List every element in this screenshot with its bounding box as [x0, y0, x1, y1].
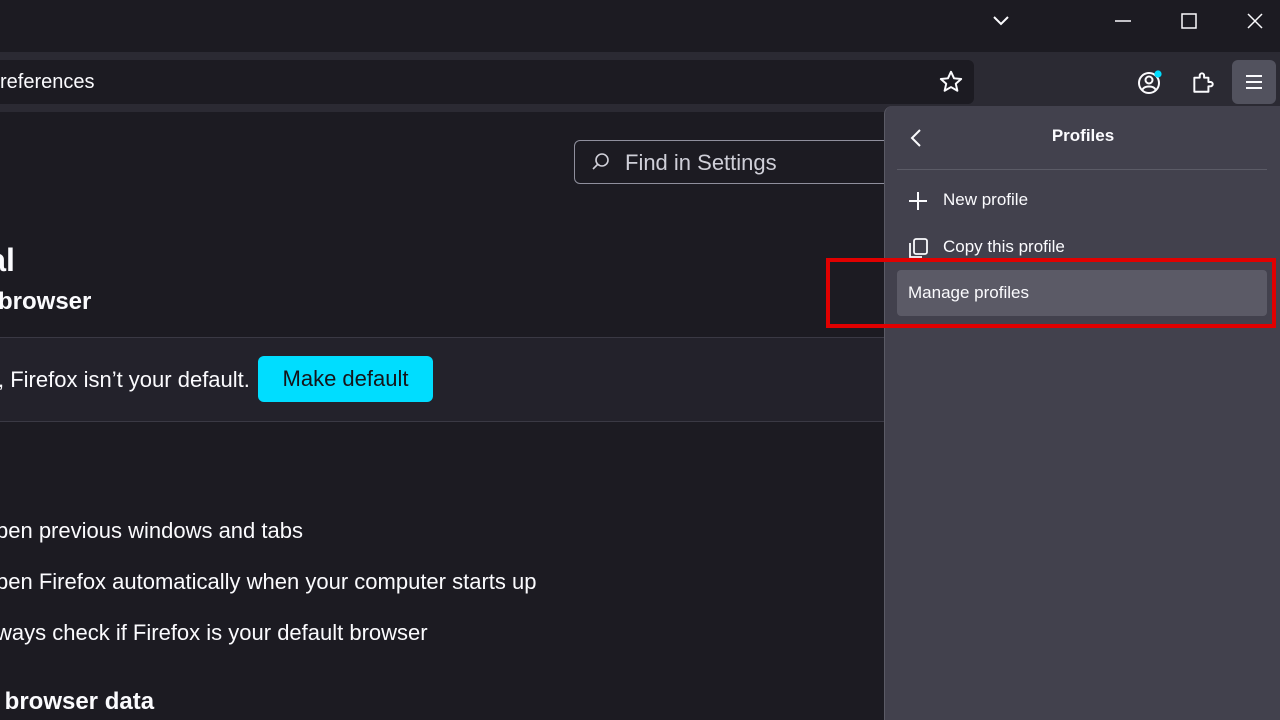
import-data-heading: ort browser data [0, 688, 155, 715]
minimize-button[interactable] [1090, 0, 1156, 42]
copy-icon [909, 238, 928, 258]
puzzle-icon [1193, 72, 1214, 93]
account-button[interactable] [1128, 60, 1172, 104]
settings-content: Find in Settings eral ult browser , Fire… [0, 112, 884, 720]
settings-search-input[interactable]: Find in Settings [574, 140, 884, 184]
manage-profiles-item[interactable]: Manage profiles [897, 270, 1267, 316]
default-browser-heading: ult browser [0, 288, 92, 315]
default-browser-box: , Firefox isn’t your default. Make defau… [0, 337, 884, 422]
account-icon [1138, 70, 1162, 94]
new-profile-label: New profile [943, 190, 1029, 209]
minimize-icon [1115, 20, 1131, 22]
extensions-button[interactable] [1181, 60, 1225, 104]
search-placeholder: Find in Settings [625, 150, 777, 175]
app-menu-button[interactable] [1232, 60, 1276, 104]
panel-separator [897, 169, 1267, 170]
default-browser-status: , Firefox isn’t your default. [0, 367, 250, 392]
maximize-icon [1181, 13, 1197, 29]
open-previous-windows-option[interactable]: pen previous windows and tabs [0, 518, 303, 544]
url-bar[interactable]: references [0, 60, 974, 104]
star-icon [939, 70, 963, 92]
new-profile-item[interactable]: New profile [897, 177, 1267, 223]
profiles-panel: Profiles New profile Copy this profile M… [884, 106, 1280, 720]
copy-profile-label: Copy this profile [943, 237, 1065, 256]
chevron-down-icon [993, 16, 1009, 26]
close-icon [1247, 13, 1263, 29]
manage-profiles-label: Manage profiles [908, 283, 1029, 302]
panel-title: Profiles [1051, 126, 1115, 145]
open-automatically-option[interactable]: pen Firefox automatically when your comp… [0, 569, 536, 595]
check-default-browser-option[interactable]: ways check if Firefox is your default br… [0, 620, 428, 646]
search-icon [592, 153, 609, 170]
url-text: references [0, 71, 95, 93]
hamburger-menu-icon [1246, 75, 1262, 89]
close-window-button[interactable] [1222, 0, 1280, 42]
bookmark-star-button[interactable] [929, 60, 973, 104]
page-title: eral [0, 242, 15, 278]
title-bar [0, 0, 1280, 52]
navigation-bar: references [0, 52, 1280, 112]
make-default-button[interactable]: Make default [258, 356, 433, 402]
copy-profile-item[interactable]: Copy this profile [897, 224, 1267, 270]
maximize-button[interactable] [1156, 0, 1222, 42]
list-all-tabs-button[interactable] [968, 0, 1034, 42]
plus-icon [909, 192, 927, 210]
